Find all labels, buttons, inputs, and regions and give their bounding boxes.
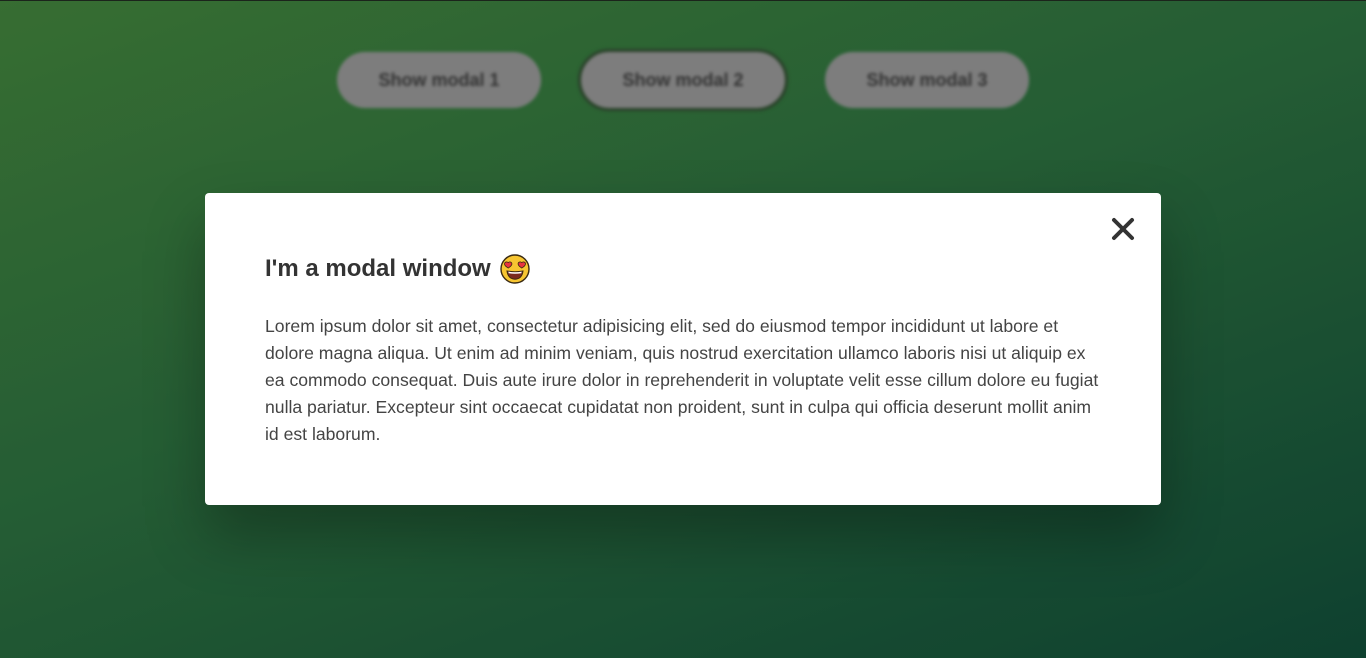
modal-window: I'm a modal window Lorem ipsum dolor sit…	[205, 193, 1161, 505]
modal-title: I'm a modal window	[265, 253, 1101, 285]
modal-title-text: I'm a modal window	[265, 255, 491, 282]
modal-body-text: Lorem ipsum dolor sit amet, consectetur …	[265, 316, 1099, 444]
close-icon[interactable]	[1109, 215, 1137, 243]
heart-eyes-emoji-icon	[500, 254, 530, 284]
